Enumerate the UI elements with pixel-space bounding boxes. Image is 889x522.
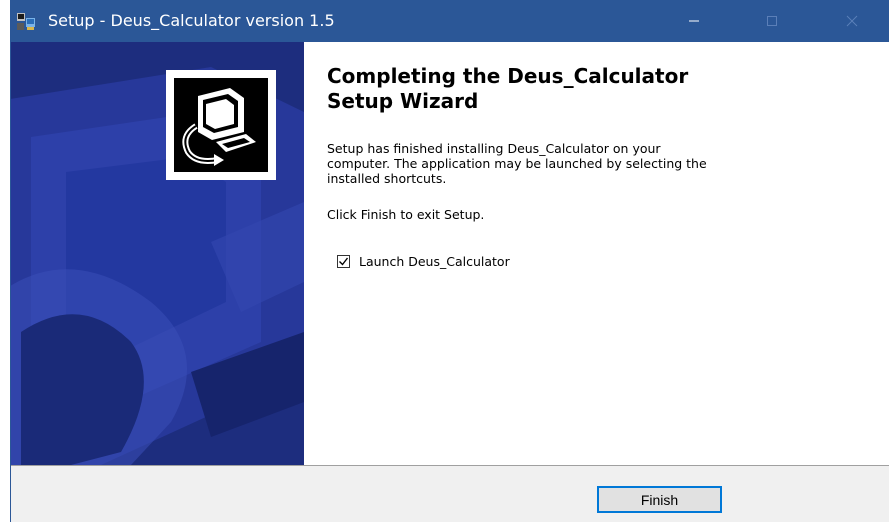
maximize-icon	[767, 16, 777, 26]
exit-instruction: Click Finish to exit Setup.	[327, 207, 485, 222]
setup-app-icon[interactable]	[16, 12, 36, 32]
close-icon	[846, 15, 858, 27]
button-bar: Finish	[11, 465, 889, 522]
setup-window: Setup - Deus_Calculator version 1.5 Comp…	[10, 0, 889, 522]
window-title: Setup - Deus_Calculator version 1.5	[48, 11, 335, 30]
wizard-side-panel	[11, 42, 304, 465]
finish-description: Setup has finished installing Deus_Calcu…	[327, 141, 707, 186]
close-button[interactable]	[819, 0, 885, 42]
launch-checkbox[interactable]	[337, 255, 350, 268]
minimize-button[interactable]	[661, 0, 727, 42]
minimize-icon	[689, 20, 699, 22]
launch-checkbox-label[interactable]: Launch Deus_Calculator	[359, 254, 510, 269]
launch-checkbox-row[interactable]: Launch Deus_Calculator	[337, 254, 510, 269]
computer-install-icon	[182, 88, 256, 166]
maximize-button[interactable]	[739, 0, 805, 42]
wizard-content: Completing the Deus_Calculator Setup Wiz…	[327, 64, 867, 269]
title-bar[interactable]: Setup - Deus_Calculator version 1.5	[11, 0, 889, 42]
checkmark-icon	[339, 257, 349, 266]
logo-frame	[166, 70, 276, 180]
finish-button[interactable]: Finish	[597, 486, 722, 513]
page-title: Completing the Deus_Calculator Setup Wiz…	[327, 64, 689, 113]
